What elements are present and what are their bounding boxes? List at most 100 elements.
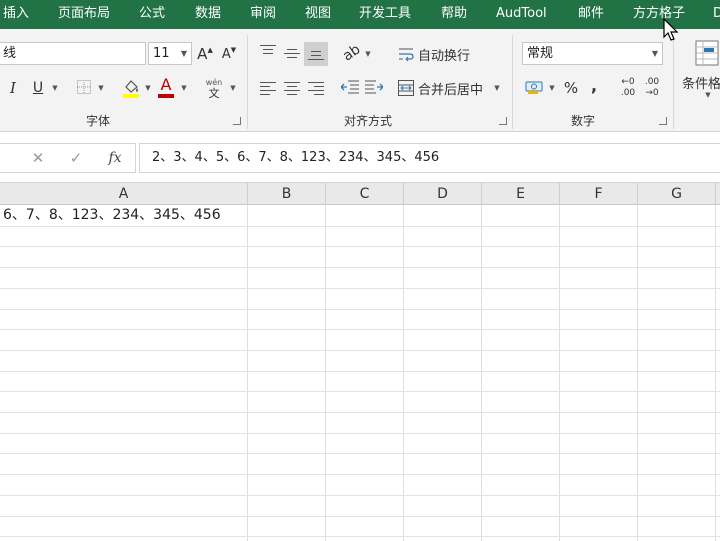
decrease-decimal-top: .00 bbox=[644, 77, 660, 87]
row-gridline bbox=[0, 516, 720, 517]
shrink-font-label: A bbox=[221, 46, 231, 62]
number-dialog-launcher[interactable] bbox=[659, 117, 667, 125]
increase-decimal-bottom: .00 bbox=[620, 88, 636, 98]
number-format-value: 常规 bbox=[527, 46, 554, 61]
tab-view[interactable]: 视图 bbox=[305, 4, 331, 24]
border-dropdown-icon[interactable]: ▼ bbox=[97, 84, 105, 92]
row-gridline bbox=[0, 453, 720, 454]
menu-bar: 插入 页面布局 公式 数据 审阅 视图 开发工具 帮助 AudTool 邮件 方… bbox=[0, 0, 720, 29]
row-gridline bbox=[0, 371, 720, 372]
italic-button[interactable]: I bbox=[6, 78, 20, 98]
tab-audtool[interactable]: AudTool bbox=[496, 4, 547, 24]
column-header-f[interactable]: F bbox=[560, 183, 638, 205]
shrink-font-button[interactable]: A ▼ bbox=[220, 44, 238, 64]
font-size-value: 11 bbox=[153, 46, 170, 61]
tab-page-layout[interactable]: 页面布局 bbox=[58, 4, 110, 24]
row-gridline bbox=[0, 288, 720, 289]
font-name-select[interactable]: 线 bbox=[0, 42, 146, 65]
underline-dropdown-icon[interactable]: ▼ bbox=[51, 84, 59, 92]
grow-font-button[interactable]: A ▲ bbox=[196, 44, 214, 64]
conditional-format-button[interactable]: 条件格 bbox=[682, 73, 720, 92]
tab-more[interactable]: D bbox=[713, 4, 720, 24]
cell-a1[interactable]: 6、7、8、123、234、345、456 bbox=[0, 205, 221, 226]
column-gridline bbox=[403, 205, 404, 541]
tab-insert[interactable]: 插入 bbox=[3, 4, 29, 24]
formula-input[interactable]: 2、3、4、5、6、7、8、123、234、345、456 bbox=[139, 143, 720, 173]
insert-function-icon[interactable]: fx bbox=[104, 147, 126, 169]
confirm-icon[interactable]: ✓ bbox=[66, 147, 86, 169]
decrease-decimal-button[interactable]: .00 →0 bbox=[642, 75, 662, 101]
phonetic-dropdown-icon[interactable]: ▼ bbox=[229, 84, 237, 92]
ribbon: 线 11 ▼ A ▲ A ▼ I U ▼ ▼ ▼ A ▼ wén 文 ▼ 字体 … bbox=[0, 29, 720, 132]
border-icon bbox=[77, 80, 91, 94]
row-gridline bbox=[0, 350, 720, 351]
grow-font-label: A bbox=[197, 45, 208, 63]
number-format-select[interactable]: 常规 ▼ bbox=[522, 42, 663, 65]
worksheet-grid[interactable]: 6、7、8、123、234、345、456 bbox=[0, 205, 720, 541]
align-left-icon[interactable] bbox=[260, 81, 276, 95]
cancel-icon[interactable]: ✕ bbox=[28, 147, 48, 169]
column-header-b[interactable]: B bbox=[248, 183, 326, 205]
tab-help[interactable]: 帮助 bbox=[441, 4, 467, 24]
orientation-button[interactable]: ab bbox=[340, 41, 363, 64]
wrap-text-label: 自动换行 bbox=[418, 48, 471, 64]
column-gridline bbox=[715, 205, 716, 541]
formula-bar: ✕ ✓ fx 2、3、4、5、6、7、8、123、234、345、456 bbox=[0, 132, 720, 183]
row-gridline bbox=[0, 246, 720, 247]
font-color-swatch bbox=[158, 93, 174, 98]
caret-up-icon: ▲ bbox=[207, 45, 213, 54]
tab-formulas[interactable]: 公式 bbox=[139, 4, 165, 24]
decrease-indent-button[interactable] bbox=[340, 77, 360, 97]
tab-developer[interactable]: 开发工具 bbox=[359, 4, 411, 24]
merge-center-label: 合并后居中 bbox=[418, 82, 484, 98]
column-gridline bbox=[481, 205, 482, 541]
conditional-format-icon[interactable] bbox=[694, 39, 720, 69]
column-header-c[interactable]: C bbox=[326, 183, 404, 205]
tab-mail[interactable]: 邮件 bbox=[578, 4, 604, 24]
orientation-dropdown-icon[interactable]: ▼ bbox=[364, 50, 372, 58]
align-right-icon[interactable] bbox=[308, 81, 324, 95]
merge-dropdown-icon[interactable]: ▼ bbox=[493, 84, 501, 92]
merge-center-button[interactable]: 合并后居中 bbox=[398, 77, 483, 99]
font-size-select[interactable]: 11 ▼ bbox=[148, 42, 192, 65]
alignment-dialog-launcher[interactable] bbox=[499, 117, 507, 125]
column-header-e[interactable]: E bbox=[482, 183, 560, 205]
phonetic-button[interactable]: wén 文 bbox=[204, 75, 224, 101]
align-center-icon[interactable] bbox=[284, 81, 300, 95]
font-dialog-launcher[interactable] bbox=[233, 117, 241, 125]
border-button[interactable] bbox=[76, 79, 92, 95]
increase-decimal-button[interactable]: ←0 .00 bbox=[618, 75, 638, 101]
accounting-dropdown-icon[interactable]: ▼ bbox=[548, 84, 556, 92]
formula-buttons: ✕ ✓ fx bbox=[0, 143, 136, 173]
increase-decimal-top: ←0 bbox=[621, 77, 635, 87]
font-group-label: 字体 bbox=[86, 114, 111, 128]
comma-style-button[interactable]: , bbox=[587, 75, 601, 95]
column-header-a[interactable]: A bbox=[0, 183, 248, 205]
mouse-cursor-icon bbox=[663, 17, 679, 44]
increase-indent-button[interactable] bbox=[364, 77, 384, 97]
accounting-format-button[interactable] bbox=[524, 77, 546, 97]
tab-review[interactable]: 审阅 bbox=[250, 4, 276, 24]
conditional-format-dropdown-icon[interactable]: ▼ bbox=[704, 91, 712, 99]
wrap-text-button[interactable]: 自动换行 bbox=[398, 43, 470, 65]
underline-button[interactable]: U bbox=[30, 78, 46, 98]
alignment-group-label: 对齐方式 bbox=[344, 114, 393, 128]
align-bottom-button[interactable] bbox=[304, 42, 328, 66]
decrease-indent-icon bbox=[341, 80, 359, 94]
fill-color-button[interactable] bbox=[121, 77, 141, 99]
column-header-d[interactable]: D bbox=[404, 183, 482, 205]
align-bottom-icon bbox=[308, 48, 324, 62]
decrease-decimal-bottom: →0 bbox=[645, 88, 659, 98]
column-header-g[interactable]: G bbox=[638, 183, 716, 205]
tab-data[interactable]: 数据 bbox=[195, 4, 221, 24]
font-color-dropdown-icon[interactable]: ▼ bbox=[180, 84, 188, 92]
row-gridline bbox=[0, 412, 720, 413]
fill-color-dropdown-icon[interactable]: ▼ bbox=[144, 84, 152, 92]
percent-style-button[interactable]: % bbox=[562, 78, 580, 98]
increase-indent-icon bbox=[365, 80, 383, 94]
wrap-text-icon bbox=[399, 48, 414, 62]
align-top-icon[interactable] bbox=[260, 44, 276, 58]
font-name-value: 线 bbox=[3, 46, 17, 61]
font-color-button[interactable]: A bbox=[157, 75, 175, 99]
align-middle-icon[interactable] bbox=[284, 47, 300, 61]
